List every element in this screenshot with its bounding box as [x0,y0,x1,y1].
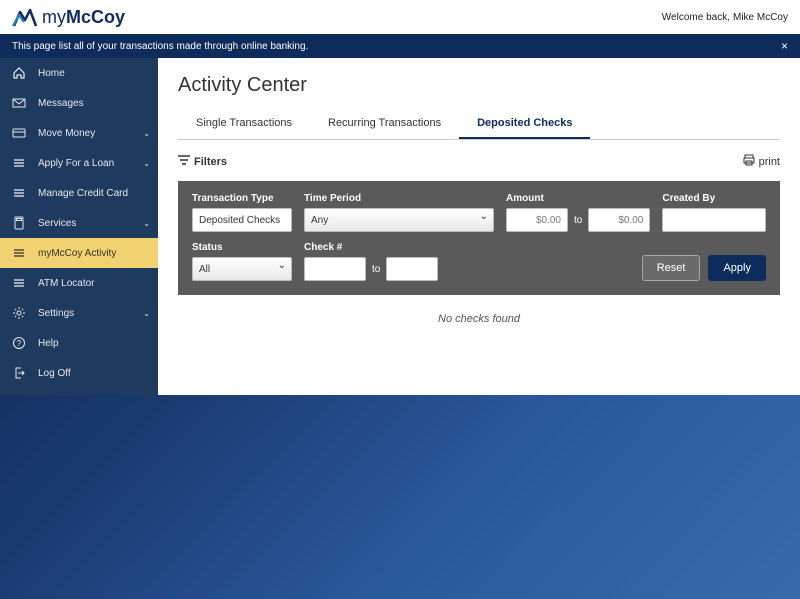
sidebar-item-label: ATM Locator [38,278,95,289]
time-period-select[interactable]: Any [304,208,494,232]
sidebar-item-label: Messages [38,98,84,109]
chevron-down-icon: ⌄ [143,129,150,138]
created-by-label: Created By [662,193,766,204]
check-to-input[interactable] [386,257,438,281]
lines-icon [10,156,28,170]
filters-toggle[interactable]: Filters [178,155,227,168]
sidebar-item-help[interactable]: ? Help [0,328,158,358]
amount-to-input[interactable] [588,208,650,232]
apply-button[interactable]: Apply [708,255,766,281]
sidebar-item-label: Services [38,218,76,229]
status-label: Status [192,242,292,253]
print-icon [743,154,755,169]
filters-label: Filters [194,156,227,168]
sidebar-item-label: Home [38,68,65,79]
status-select[interactable]: All [192,257,292,281]
filter-panel: Transaction Type Time Period Any Amount … [178,181,780,295]
sidebar-item-log-off[interactable]: Log Off [0,358,158,388]
sidebar-item-move-money[interactable]: Move Money ⌄ [0,118,158,148]
sidebar-item-atm-locator[interactable]: ATM Locator [0,268,158,298]
check-to-label: to [372,264,380,275]
calc-icon [10,216,28,230]
logout-icon [10,366,28,380]
amount-from-input[interactable] [506,208,568,232]
check-from-input[interactable] [304,257,366,281]
main-content: Activity Center Single TransactionsRecur… [158,58,800,395]
transaction-type-input[interactable] [192,208,292,232]
gear-icon [10,306,28,320]
chevron-down-icon: ⌄ [143,159,150,168]
sidebar-item-messages[interactable]: Messages [0,88,158,118]
time-period-label: Time Period [304,193,494,204]
chevron-down-icon: ⌄ [143,219,150,228]
filter-icon [178,155,190,168]
check-num-label: Check # [304,242,438,253]
page-title: Activity Center [178,74,780,97]
banner-text: This page list all of your transactions … [12,41,308,52]
print-label: print [759,156,780,168]
sidebar-item-manage-credit-card[interactable]: Manage Credit Card [0,178,158,208]
sidebar-item-label: Apply For a Loan [38,158,114,169]
amount-to-label: to [574,215,582,226]
mail-icon [10,96,28,110]
transaction-type-label: Transaction Type [192,193,292,204]
sidebar-item-home[interactable]: Home [0,58,158,88]
sidebar-item-label: Log Off [38,368,71,379]
sidebar-item-label: myMcCoy Activity [38,248,116,259]
svg-text:?: ? [17,339,22,348]
sidebar-item-mymccoy-activity[interactable]: myMcCoy Activity [0,238,158,268]
lines-icon [10,276,28,290]
chevron-down-icon: ⌄ [143,309,150,318]
sidebar-item-apply-for-a-loan[interactable]: Apply For a Loan ⌄ [0,148,158,178]
lines-icon [10,186,28,200]
sidebar-item-label: Manage Credit Card [38,188,128,199]
tab-bar: Single TransactionsRecurring Transaction… [178,109,780,140]
info-banner: This page list all of your transactions … [0,34,800,58]
toolbar: Filters print [178,154,780,169]
help-icon: ? [10,336,28,350]
created-by-input[interactable] [662,208,766,232]
sidebar-item-label: Help [38,338,59,349]
sidebar-nav: Home Messages Move Money ⌄ Apply For a Loan ⌄… [0,58,158,395]
card-icon [10,126,28,140]
sidebar-item-settings[interactable]: Settings ⌄ [0,298,158,328]
tab-single-transactions[interactable]: Single Transactions [178,109,310,139]
topbar: myMcCoy Welcome back,Mike McCoy [0,0,800,34]
tab-deposited-checks[interactable]: Deposited Checks [459,109,590,139]
amount-label: Amount [506,193,650,204]
activity-icon [10,246,28,260]
welcome-message: Welcome back,Mike McCoy [662,12,788,23]
brand-text: myMcCoy [42,7,125,28]
sidebar-item-services[interactable]: Services ⌄ [0,208,158,238]
sidebar-item-label: Settings [38,308,74,319]
sidebar-item-label: Move Money [38,128,95,139]
reset-button[interactable]: Reset [642,255,701,281]
logo-mark-icon [12,6,38,28]
empty-state: No checks found [178,295,780,343]
brand-logo: myMcCoy [12,6,125,28]
close-icon[interactable]: × [781,39,788,53]
home-icon [10,66,28,80]
tab-recurring-transactions[interactable]: Recurring Transactions [310,109,459,139]
print-button[interactable]: print [743,154,780,169]
